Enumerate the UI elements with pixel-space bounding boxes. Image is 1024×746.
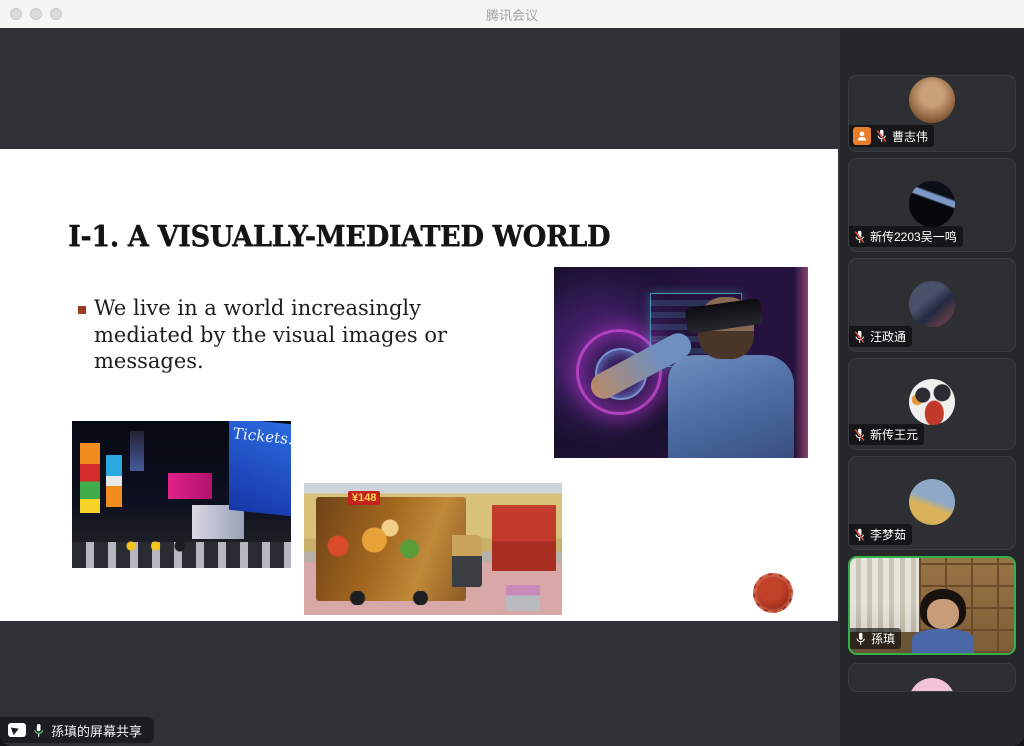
building-silhouette <box>130 431 144 471</box>
minimize-window-icon[interactable] <box>30 8 42 20</box>
truck-cab <box>452 535 482 587</box>
times-square-photo: Tickets. <box>72 421 291 568</box>
avatar <box>909 379 955 425</box>
muted-mic-icon <box>875 129 888 143</box>
storefront-awning <box>492 505 556 571</box>
meeting-window: 腾讯会议 I-1. A VISUALLY-MEDIATED WORLD We l… <box>0 0 1024 746</box>
billboard-strip <box>106 455 122 507</box>
curtains <box>850 558 919 632</box>
tickets-billboard: Tickets. <box>229 421 291 516</box>
participant-name: 汪政通 <box>870 328 906 345</box>
bullet-item: We live in a world increasingly mediated… <box>78 295 463 375</box>
participant-tile[interactable]: 曹志伟 <box>848 75 1016 152</box>
muted-mic-icon <box>853 330 866 344</box>
speaker-person <box>912 589 974 653</box>
role-badge <box>853 127 871 145</box>
person-face <box>927 599 959 629</box>
traffic-lights[interactable] <box>10 0 62 28</box>
flower-planter <box>506 585 540 611</box>
food-truck-photo: ¥148 <box>304 483 562 615</box>
bullet-marker <box>78 306 86 314</box>
avatar <box>909 281 955 327</box>
pink-billboard <box>168 473 212 499</box>
vr-person <box>664 289 794 458</box>
pink-rim-light <box>794 267 808 458</box>
bullet-text: We live in a world increasingly mediated… <box>94 295 463 375</box>
truck-ad-art <box>312 513 442 573</box>
denim-jacket <box>668 355 794 458</box>
close-window-icon[interactable] <box>10 8 22 20</box>
red-seal-stamp <box>753 573 793 613</box>
person-icon <box>856 130 868 142</box>
truck-wheels <box>344 591 434 605</box>
participant-name: 新传王元 <box>870 426 918 443</box>
billboard-strip <box>80 443 100 513</box>
taxi-lights <box>124 540 194 552</box>
price-tag: ¥148 <box>348 491 380 505</box>
participant-tile[interactable]: 新传王元 <box>848 358 1016 450</box>
active-mic-icon <box>854 632 867 646</box>
avatar <box>909 678 955 692</box>
microphone-icon <box>32 723 45 738</box>
slide-title: I-1. A VISUALLY-MEDIATED WORLD <box>68 219 610 253</box>
participants-panel[interactable]: 曹志伟 新传2203吴一鸣 汪政通 <box>840 28 1024 746</box>
zoom-window-icon[interactable] <box>50 8 62 20</box>
participant-name: 新传2203吴一鸣 <box>870 228 957 245</box>
presentation-slide: I-1. A VISUALLY-MEDIATED WORLD We live i… <box>0 149 838 621</box>
avatar <box>909 77 955 123</box>
participant-name: 曹志伟 <box>892 128 928 145</box>
screen-share-label: 孫瑱的屏幕共享 <box>51 721 142 740</box>
vr-headset-photo <box>554 267 808 458</box>
titlebar: 腾讯会议 <box>0 0 1024 28</box>
muted-mic-icon <box>853 528 866 542</box>
avatar <box>909 479 955 525</box>
muted-mic-icon <box>853 230 866 244</box>
avatar <box>909 181 955 227</box>
participant-name: 李梦茹 <box>870 526 906 543</box>
participant-name: 孫瑱 <box>871 630 895 647</box>
screen-share-icon <box>8 723 26 737</box>
shared-screen-area: I-1. A VISUALLY-MEDIATED WORLD We live i… <box>0 28 840 746</box>
participant-tile-partial[interactable] <box>848 663 1016 692</box>
muted-mic-icon <box>853 428 866 442</box>
screen-share-banner: 孫瑱的屏幕共享 <box>0 717 154 743</box>
participant-tile[interactable]: 汪政通 <box>848 258 1016 352</box>
participant-tile[interactable]: 新传2203吴一鸣 <box>848 158 1016 252</box>
participant-tile[interactable]: 李梦茹 <box>848 456 1016 550</box>
window-title: 腾讯会议 <box>0 5 1024 24</box>
blue-shirt <box>912 629 974 655</box>
participant-tile-active-speaker[interactable]: 孫瑱 <box>848 556 1016 655</box>
